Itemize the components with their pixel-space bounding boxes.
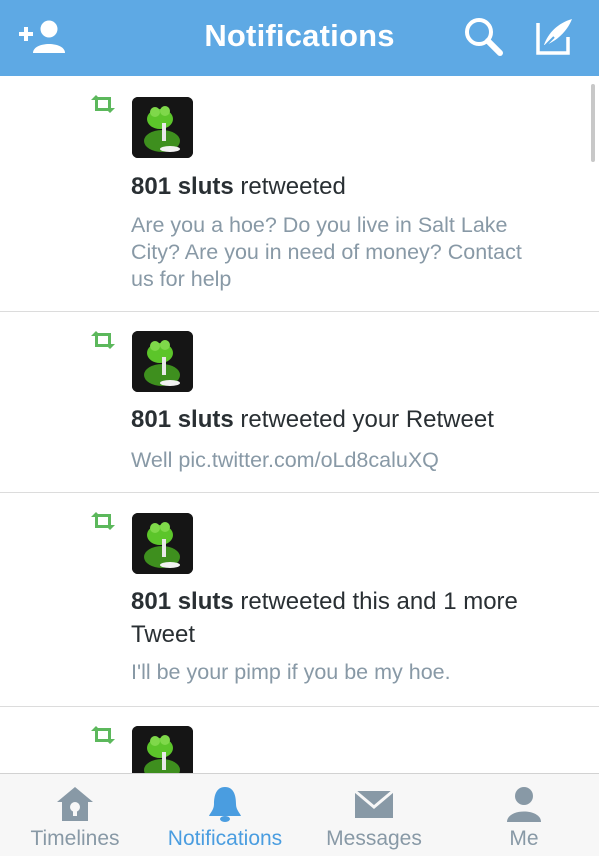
notification-text: 801 sluts retweeted your Retweet bbox=[131, 406, 494, 433]
notification-item[interactable] bbox=[0, 707, 599, 773]
bell-icon bbox=[209, 787, 241, 822]
kermit-avatar-image bbox=[132, 97, 193, 158]
avatar[interactable] bbox=[132, 513, 193, 574]
notification-item[interactable]: 801 sluts retweeted your Retweet Well pi… bbox=[0, 312, 599, 493]
notification-text: 801 sluts retweeted bbox=[131, 173, 346, 200]
envelope-icon bbox=[354, 789, 394, 818]
bottom-tab-bar: Timelines Notifications Messages Me bbox=[0, 773, 599, 856]
retweet-icon bbox=[91, 95, 115, 113]
search-icon bbox=[465, 18, 503, 56]
username[interactable]: 801 sluts bbox=[131, 173, 234, 200]
home-icon bbox=[57, 787, 93, 821]
tweet-preview[interactable]: I'll be your pimp if you be my hoe. bbox=[131, 659, 569, 686]
tab-timelines[interactable]: Timelines bbox=[14, 774, 136, 856]
tab-me[interactable]: Me bbox=[484, 774, 564, 856]
tab-notifications[interactable]: Notifications bbox=[160, 774, 290, 856]
username[interactable]: 801 sluts bbox=[131, 588, 234, 615]
avatar[interactable] bbox=[132, 726, 193, 773]
scrollbar[interactable] bbox=[591, 84, 595, 162]
notification-text: 801 sluts retweeted this and 1 more Twee… bbox=[131, 588, 518, 648]
notifications-feed[interactable]: 801 sluts retweeted Are you a hoe? Do yo… bbox=[0, 76, 599, 773]
kermit-avatar-image bbox=[132, 726, 193, 773]
top-bar: Notifications bbox=[0, 0, 599, 76]
avatar[interactable] bbox=[132, 97, 193, 158]
kermit-avatar-image bbox=[132, 331, 193, 392]
retweet-icon bbox=[91, 512, 115, 530]
retweet-icon bbox=[91, 331, 115, 349]
tweet-preview[interactable]: Well pic.twitter.com/oLd8caluXQ bbox=[131, 447, 569, 474]
avatar[interactable] bbox=[132, 331, 193, 392]
search-button[interactable] bbox=[458, 14, 510, 60]
tab-messages[interactable]: Messages bbox=[318, 774, 430, 856]
compose-icon bbox=[536, 19, 572, 55]
compose-tweet-button[interactable] bbox=[528, 14, 580, 60]
tweet-preview[interactable]: Are you a hoe? Do you live in Salt Lake … bbox=[131, 212, 569, 293]
notification-item[interactable]: 801 sluts retweeted this and 1 more Twee… bbox=[0, 493, 599, 707]
kermit-avatar-image bbox=[132, 513, 193, 574]
person-icon bbox=[507, 787, 541, 822]
username[interactable]: 801 sluts bbox=[131, 406, 234, 433]
notification-item[interactable]: 801 sluts retweeted Are you a hoe? Do yo… bbox=[0, 76, 599, 312]
retweet-icon bbox=[91, 726, 115, 744]
